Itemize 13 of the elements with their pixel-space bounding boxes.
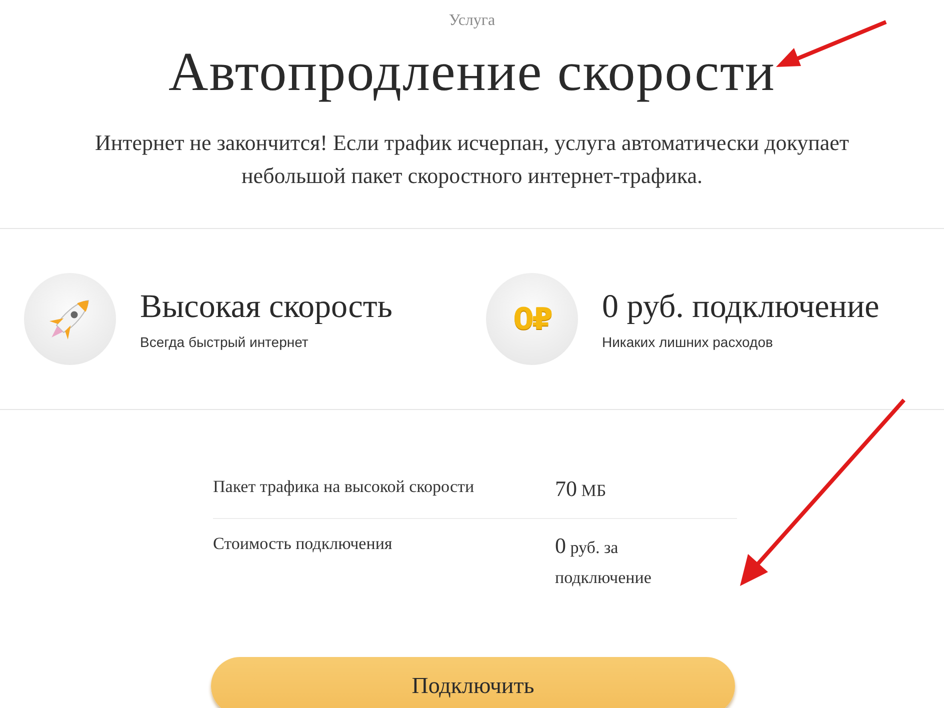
feature-title: Высокая скорость xyxy=(140,288,392,326)
detail-label: Стоимость подключения xyxy=(213,533,394,555)
detail-value: 0 руб. за подключение xyxy=(555,532,652,589)
detail-value: 70 МБ xyxy=(555,475,608,503)
ruble-coin-icon: 0₽ xyxy=(513,302,551,336)
feature-title: 0 руб. подключение xyxy=(602,288,880,326)
description: Интернет не закончится! Если трафик исчерпан, услуга автоматически докупает небольшой пакет скоростного интернет-трафика. xyxy=(94,129,850,190)
page-title: Автопродление скорости xyxy=(168,40,776,104)
feature-subtitle: Всегда быстрый интернет xyxy=(140,334,310,350)
eyebrow-label: Услуга xyxy=(448,12,496,30)
connect-button[interactable]: Подключить xyxy=(211,657,735,708)
feature-subtitle: Никаких лишних расходов xyxy=(602,334,774,350)
detail-label: Пакет трафика на высокой скорости xyxy=(213,476,476,498)
